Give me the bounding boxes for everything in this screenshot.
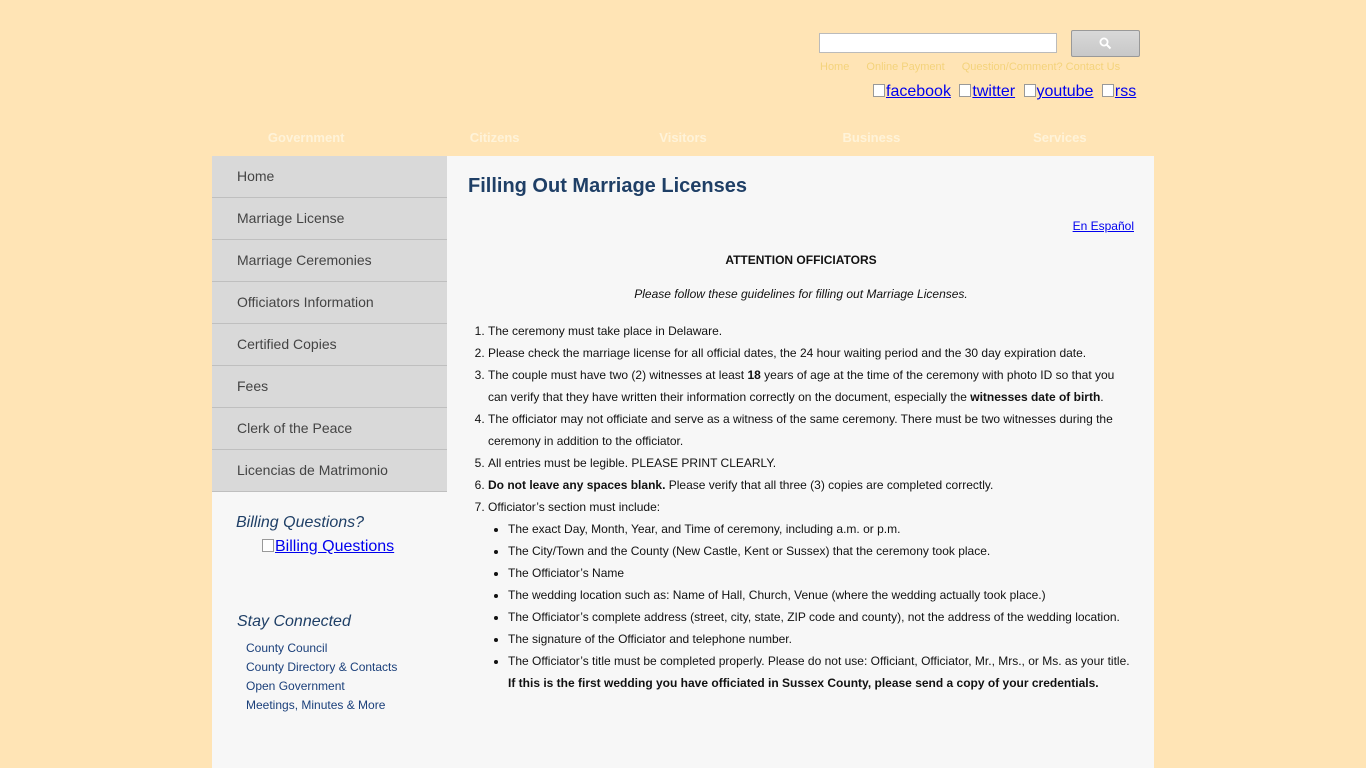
sidebar-item-home[interactable]: Home: [212, 156, 447, 198]
search-input[interactable]: [819, 33, 1057, 53]
youtube-link[interactable]: youtube: [1023, 83, 1093, 100]
nav-government[interactable]: Government: [212, 127, 400, 149]
list-item: The couple must have two (2) witnesses a…: [488, 364, 1134, 408]
sidebar-item-marriage-license[interactable]: Marriage License: [212, 198, 447, 240]
billing-questions-link[interactable]: Billing Questions: [262, 538, 394, 556]
list-item: The officiator may not officiate and ser…: [488, 408, 1134, 452]
list-item: Officiator’s section must include: The e…: [488, 496, 1134, 694]
link-open-government[interactable]: Open Government: [246, 677, 397, 696]
list-item: The ceremony must take place in Delaware…: [488, 320, 1134, 342]
social-links: facebook twitter youtube rss: [873, 83, 1140, 101]
twitter-link[interactable]: twitter: [959, 83, 1015, 100]
main-nav: Government Citizens Visitors Business Se…: [212, 127, 1154, 149]
list-item: The City/Town and the County (New Castle…: [508, 540, 1134, 562]
en-espanol-link[interactable]: En Español: [1073, 219, 1134, 233]
nav-visitors[interactable]: Visitors: [589, 127, 777, 149]
rss-link[interactable]: rss: [1101, 83, 1136, 100]
nav-citizens[interactable]: Citizens: [400, 127, 588, 149]
stay-connected-title: Stay Connected: [237, 613, 351, 630]
list-item: The Officiator’s complete address (stree…: [508, 606, 1134, 628]
list-item: The signature of the Officiator and tele…: [508, 628, 1134, 650]
guidelines-list: The ceremony must take place in Delaware…: [468, 320, 1134, 694]
top-link-online-payment[interactable]: Online Payment: [866, 61, 944, 73]
sidebar-item-marriage-ceremonies[interactable]: Marriage Ceremonies: [212, 240, 447, 282]
page-title: Filling Out Marriage Licenses: [468, 175, 747, 197]
sidebar-item-licencias[interactable]: Licencias de Matrimonio: [212, 450, 447, 492]
list-item: Please check the marriage license for al…: [488, 342, 1134, 364]
sidebar-item-clerk-of-the-peace[interactable]: Clerk of the Peace: [212, 408, 447, 450]
broken-image-icon: [1023, 84, 1036, 97]
broken-image-icon: [959, 84, 972, 97]
top-link-home[interactable]: Home: [820, 61, 849, 73]
search-icon: [1099, 37, 1112, 50]
link-county-directory[interactable]: County Directory & Contacts: [246, 658, 397, 677]
link-county-council[interactable]: County Council: [246, 639, 397, 658]
search-button[interactable]: [1071, 30, 1140, 57]
facebook-link[interactable]: facebook: [873, 83, 951, 100]
broken-image-icon: [262, 539, 274, 552]
list-item: The exact Day, Month, Year, and Time of …: [508, 518, 1134, 540]
top-link-contact[interactable]: Question/Comment? Contact Us: [962, 61, 1120, 73]
sidebar-item-officiators-information[interactable]: Officiators Information: [212, 282, 447, 324]
top-links: Home Online Payment Question/Comment? Co…: [820, 61, 1140, 73]
sidebar-item-certified-copies[interactable]: Certified Copies: [212, 324, 447, 366]
list-item: The Officiator’s title must be completed…: [508, 650, 1134, 694]
attention-heading: ATTENTION OFFICIATORS: [725, 253, 877, 267]
stay-connected-links: County Council County Directory & Contac…: [246, 639, 397, 715]
list-item: The wedding location such as: Name of Ha…: [508, 584, 1134, 606]
billing-title: Billing Questions?: [236, 514, 365, 531]
nav-business[interactable]: Business: [777, 127, 965, 149]
broken-image-icon: [873, 84, 885, 97]
guidelines-intro: Please follow these guidelines for filli…: [634, 287, 968, 301]
broken-image-icon: [1101, 84, 1114, 97]
sidebar-item-fees[interactable]: Fees: [212, 366, 447, 408]
list-item: Do not leave any spaces blank. Please ve…: [488, 474, 1134, 496]
link-meetings-minutes[interactable]: Meetings, Minutes & More: [246, 696, 397, 715]
list-item: The Officiator’s Name: [508, 562, 1134, 584]
nav-services[interactable]: Services: [966, 127, 1154, 149]
list-item: All entries must be legible. PLEASE PRIN…: [488, 452, 1134, 474]
